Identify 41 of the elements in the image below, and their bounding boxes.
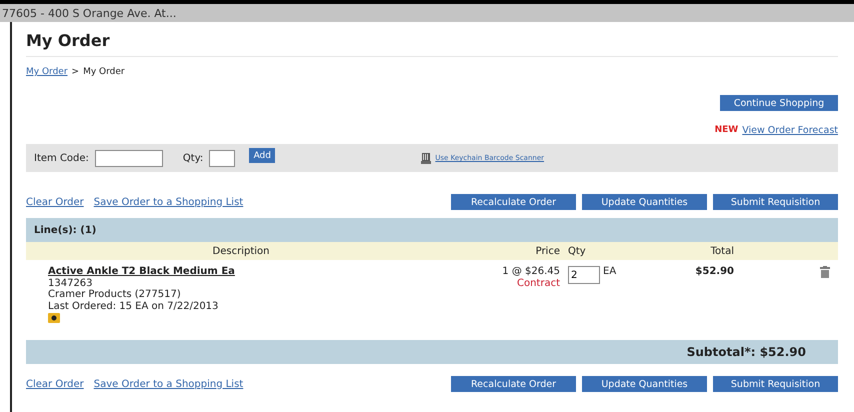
- column-header: Price: [534, 246, 561, 256]
- product-code: 1347263: [48, 278, 93, 289]
- action-button[interactable]: Submit Requisition: [713, 194, 838, 210]
- unit-text: EA: [603, 266, 616, 277]
- add-button[interactable]: Add: [249, 148, 276, 163]
- action-link[interactable]: Clear Order: [26, 378, 84, 390]
- quantity-field[interactable]: 2: [568, 266, 600, 284]
- vendor-text: Cramer Products (277517): [48, 289, 181, 300]
- new-label: NEW: [714, 125, 738, 136]
- breadcrumb-link[interactable]: My Order: [26, 67, 68, 77]
- action-button[interactable]: Recalculate Order: [451, 194, 576, 210]
- column-header: Description: [212, 246, 270, 256]
- breadcrumb-current: My Order: [83, 67, 125, 77]
- action-link[interactable]: Save Order to a Shopping List: [94, 196, 244, 208]
- unit-price: 1 @ $26.45: [502, 266, 560, 278]
- item-code-field[interactable]: [94, 150, 163, 166]
- action-button[interactable]: Recalculate Order: [451, 376, 576, 392]
- column-header: Total: [710, 246, 735, 256]
- page-title: My Order: [26, 22, 838, 57]
- price-type: Contract: [516, 278, 560, 289]
- continue-shopping-button[interactable]: Continue Shopping: [720, 95, 838, 111]
- action-button[interactable]: Update Quantities: [582, 376, 707, 392]
- action-button[interactable]: Update Quantities: [582, 194, 707, 210]
- action-link[interactable]: Clear Order: [26, 196, 84, 208]
- action-button[interactable]: Submit Requisition: [713, 376, 838, 392]
- last-ordered-text: Last Ordered: 15 EA on 7/22/2013: [48, 300, 218, 312]
- trash-icon[interactable]: [820, 266, 830, 278]
- scanner-icon: [421, 152, 432, 164]
- lines-header: Line(s): (1): [26, 218, 838, 242]
- product-link[interactable]: Active Ankle T2 Black Medium Ea: [48, 266, 235, 278]
- line-total: $52.90: [695, 266, 734, 277]
- qty-field[interactable]: [209, 150, 236, 166]
- location-bar: 77605 - 400 S Orange Ave. At...: [0, 4, 854, 22]
- forecast-link[interactable]: View Order Forecast: [742, 125, 838, 136]
- qty-label: Qty:: [182, 152, 204, 164]
- column-header: Qty: [567, 246, 587, 256]
- breadcrumb-separator: >: [72, 67, 80, 77]
- subtotal: Subtotal*: $52.90: [686, 345, 806, 359]
- item-code-label: Item Code:: [34, 152, 89, 164]
- camera-icon[interactable]: [48, 312, 60, 323]
- action-link[interactable]: Save Order to a Shopping List: [94, 378, 244, 390]
